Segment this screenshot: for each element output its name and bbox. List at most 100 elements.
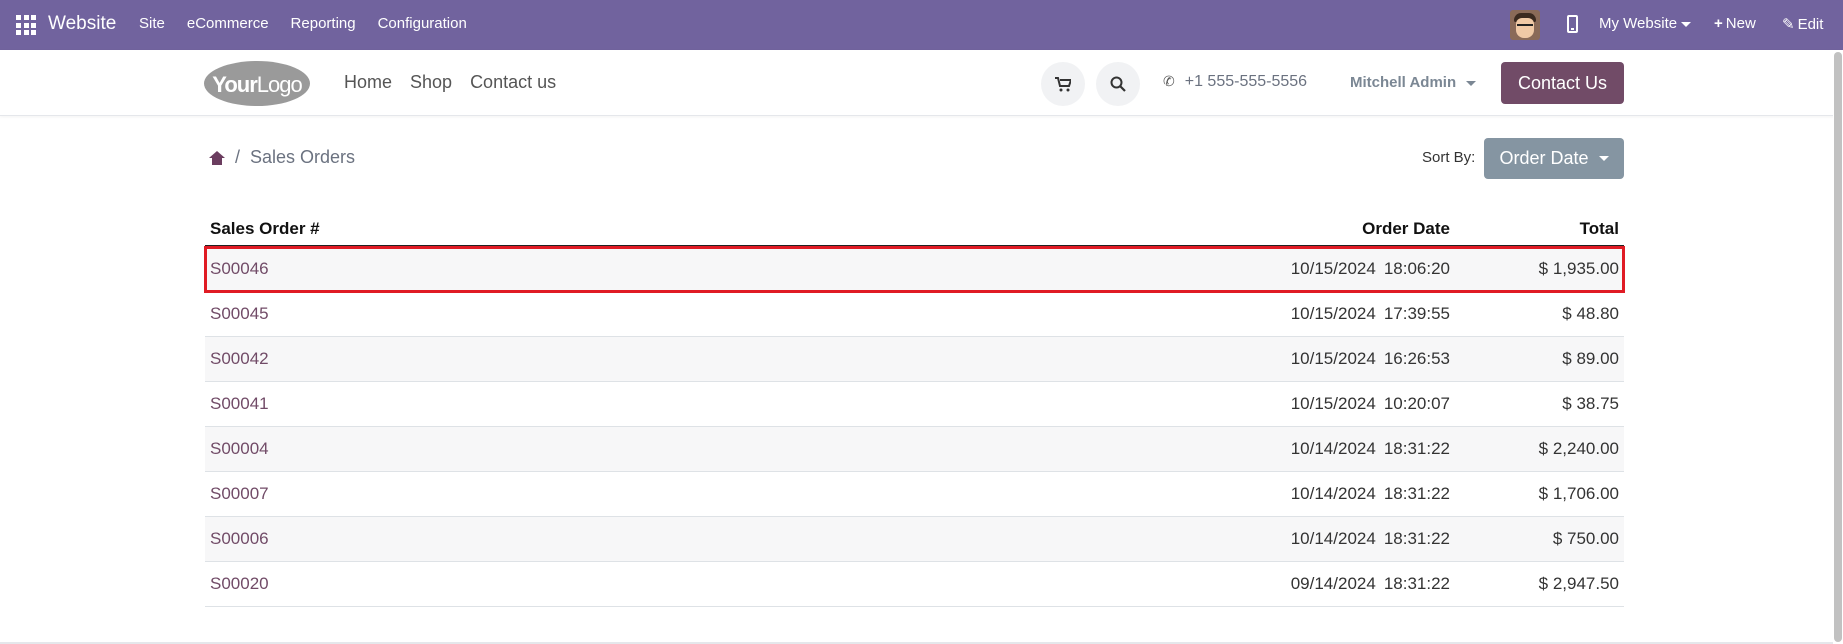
phone-number[interactable]: ✆ +1 555-555-5556 — [1163, 73, 1307, 91]
menu-site[interactable]: Site — [139, 15, 165, 32]
table-row[interactable]: S00006 10/14/2024 18:31:22 $ 750.00 — [205, 517, 1624, 562]
order-date: 10/14/2024 18:31:22 — [805, 439, 1450, 459]
search-button[interactable] — [1096, 62, 1140, 106]
menu-reporting[interactable]: Reporting — [291, 15, 356, 32]
table-row[interactable]: S00045 10/15/2024 17:39:55 $ 48.80 — [205, 292, 1624, 337]
table-row[interactable]: S00042 10/15/2024 16:26:53 $ 89.00 — [205, 337, 1624, 382]
order-total: $ 750.00 — [1552, 529, 1619, 548]
order-date-day: 10/14/2024 — [1290, 439, 1376, 458]
menu-ecommerce[interactable]: eCommerce — [187, 15, 269, 32]
order-date: 10/15/2024 18:06:20 — [805, 259, 1450, 279]
order-number-link[interactable]: S00020 — [205, 574, 805, 594]
mobile-preview-icon[interactable] — [1567, 15, 1578, 33]
order-total: $ 2,240.00 — [1538, 439, 1619, 458]
contact-us-button[interactable]: Contact Us — [1501, 62, 1624, 104]
table-row[interactable]: S00041 10/15/2024 10:20:07 $ 38.75 — [205, 382, 1624, 427]
breadcrumb: / Sales Orders — [209, 147, 355, 168]
order-date: 10/14/2024 18:31:22 — [805, 529, 1450, 549]
order-date-day: 10/14/2024 — [1290, 484, 1376, 503]
site-logo[interactable]: YourLogo — [204, 61, 310, 106]
sort-label: Sort By: — [1422, 149, 1476, 166]
order-number-link[interactable]: S00004 — [205, 439, 805, 459]
nav-contact-us[interactable]: Contact us — [470, 72, 556, 93]
user-avatar[interactable] — [1510, 10, 1540, 40]
order-date-time: 18:31:22 — [1383, 439, 1450, 458]
home-icon[interactable] — [209, 150, 225, 165]
order-date-day: 09/14/2024 — [1290, 574, 1376, 593]
cart-button[interactable] — [1041, 62, 1085, 106]
order-number-link[interactable]: S00041 — [205, 394, 805, 414]
order-date-time: 18:31:22 — [1383, 574, 1450, 593]
breadcrumb-current: Sales Orders — [250, 147, 356, 167]
order-date-day: 10/15/2024 — [1290, 349, 1376, 368]
caret-down-icon — [1598, 156, 1609, 161]
order-date-day: 10/14/2024 — [1290, 529, 1376, 548]
table-body: S00046 10/15/2024 18:06:20 $ 1,935.00 S00045… — [204, 246, 1625, 607]
order-date-time: 18:06:20 — [1383, 259, 1450, 278]
edit-button-label: Edit — [1797, 16, 1824, 33]
website-switcher[interactable]: My Website — [1599, 15, 1692, 32]
order-date-day: 10/15/2024 — [1290, 259, 1376, 278]
apps-grid-icon[interactable] — [16, 15, 36, 35]
cart-icon — [1055, 76, 1071, 91]
order-date-time: 10:20:07 — [1383, 394, 1450, 413]
order-number-link[interactable]: S00046 — [205, 259, 805, 279]
table-row[interactable]: S00004 10/14/2024 18:31:22 $ 2,240.00 — [205, 427, 1624, 472]
order-total: $ 48.80 — [1562, 304, 1619, 323]
sales-orders-table: Sales Order # Order Date Total S00046 10/… — [204, 212, 1625, 607]
order-number-link[interactable]: S00007 — [205, 484, 805, 504]
order-number-link[interactable]: S00006 — [205, 529, 805, 549]
caret-down-icon — [1466, 80, 1477, 86]
phone-text: +1 555-555-5556 — [1184, 73, 1308, 90]
table-row[interactable]: S00007 10/14/2024 18:31:22 $ 1,706.00 — [205, 472, 1624, 517]
site-nav: Home Shop Contact us — [344, 72, 574, 93]
order-date-time: 16:26:53 — [1383, 349, 1450, 368]
edit-button[interactable]: ✎ Edit — [1782, 15, 1823, 33]
logo-text-bold: Your — [212, 72, 257, 97]
order-date: 10/15/2024 16:26:53 — [805, 349, 1450, 369]
table-header: Sales Order # Order Date Total — [205, 212, 1624, 247]
new-button[interactable]: + New — [1714, 15, 1756, 32]
order-total: $ 1,935.00 — [1538, 259, 1619, 278]
order-date-time: 17:39:55 — [1383, 304, 1450, 323]
logo-text: Logo — [256, 72, 303, 97]
breadcrumb-separator: / — [235, 147, 241, 167]
order-total: $ 38.75 — [1562, 394, 1619, 413]
new-button-label: New — [1725, 15, 1756, 32]
order-date: 10/15/2024 17:39:55 — [805, 304, 1450, 324]
table-row[interactable]: S00020 09/14/2024 18:31:22 $ 2,947.50 — [205, 562, 1624, 607]
caret-down-icon — [1681, 21, 1692, 27]
order-date: 09/14/2024 18:31:22 — [805, 574, 1450, 594]
order-date: 10/14/2024 18:31:22 — [805, 484, 1450, 504]
order-date-time: 18:31:22 — [1383, 529, 1450, 548]
header-total: Total — [1579, 218, 1619, 238]
menu-configuration[interactable]: Configuration — [378, 15, 467, 32]
website-switcher-label: My Website — [1599, 15, 1678, 32]
sort-dropdown[interactable]: Order Date — [1484, 138, 1624, 179]
admin-menu: Site eCommerce Reporting Configuration — [139, 15, 489, 32]
order-date-time: 18:31:22 — [1383, 484, 1450, 503]
header-order-number: Sales Order # — [210, 218, 320, 238]
order-date: 10/15/2024 10:20:07 — [805, 394, 1450, 414]
order-number-link[interactable]: S00042 — [205, 349, 805, 369]
order-total: $ 2,947.50 — [1538, 574, 1619, 593]
order-date-day: 10/15/2024 — [1290, 304, 1376, 323]
header-order-date: Order Date — [1362, 218, 1450, 238]
admin-navbar: Website Site eCommerce Reporting Configu… — [0, 0, 1843, 50]
user-menu[interactable]: Mitchell Admin — [1350, 74, 1477, 91]
website-header: YourLogo Home Shop Contact us ✆ +1 555-55… — [0, 50, 1843, 116]
app-title: Website — [48, 13, 117, 34]
table-row[interactable]: S00046 10/15/2024 18:06:20 $ 1,935.00 — [204, 246, 1625, 293]
phone-icon: ✆ — [1163, 73, 1175, 89]
plus-icon: + — [1714, 15, 1723, 32]
order-total: $ 1,706.00 — [1538, 484, 1619, 503]
order-date-day: 10/15/2024 — [1290, 394, 1376, 413]
order-total: $ 89.00 — [1562, 349, 1619, 368]
nav-home[interactable]: Home — [344, 72, 392, 93]
nav-shop[interactable]: Shop — [410, 72, 452, 93]
sort-value: Order Date — [1499, 148, 1589, 168]
user-name: Mitchell Admin — [1350, 74, 1457, 91]
order-number-link[interactable]: S00045 — [205, 304, 805, 324]
pencil-icon: ✎ — [1782, 16, 1795, 33]
scrollbar-thumb[interactable] — [1834, 52, 1842, 642]
